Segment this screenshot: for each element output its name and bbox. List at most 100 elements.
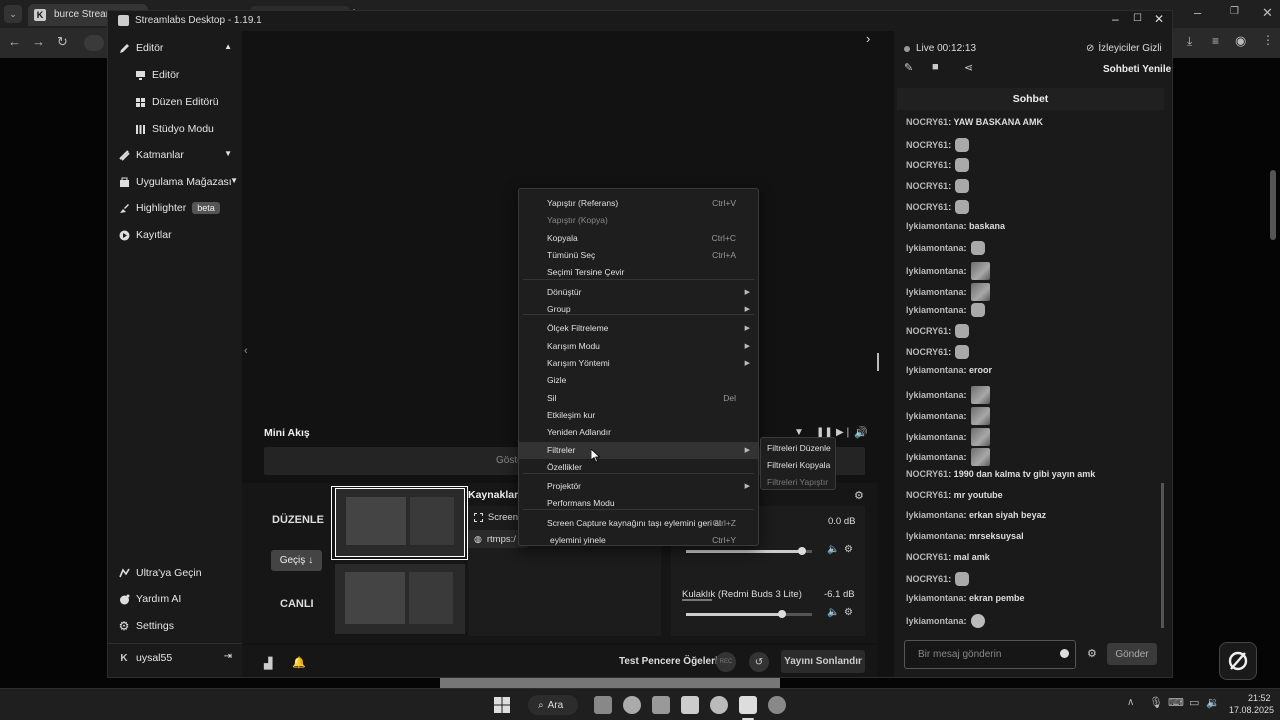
context-menu-item[interactable]: Sil Del (519, 390, 758, 407)
mute-icon[interactable]: 🔈 (827, 544, 839, 555)
taskbar-search[interactable]: ⌕ Ara (528, 695, 578, 715)
chat-username[interactable]: lykiamontana (906, 432, 964, 442)
context-menu-item[interactable]: Yeniden Adlandır (519, 424, 758, 441)
chat-username[interactable]: lykiamontana (906, 411, 964, 421)
chat-username[interactable]: NOCRY61 (906, 202, 948, 212)
chat-username[interactable]: lykiamontana (906, 510, 964, 520)
mixer-slider-2[interactable] (686, 610, 812, 618)
context-menu-item[interactable]: Tümünü Seç Ctrl+A (519, 247, 758, 264)
refresh-chat-button[interactable]: Sohbeti Yenile (1103, 64, 1171, 75)
sidebar-item-studio-mode[interactable]: Stüdyo Modu (108, 118, 242, 140)
emote-icon[interactable] (955, 137, 970, 152)
profile-icon[interactable]: ◉ (1235, 33, 1246, 49)
context-menu-item[interactable]: Dönüştür ▶ (519, 284, 758, 301)
chat-username[interactable]: NOCRY61 (906, 347, 948, 357)
chat-username[interactable]: NOCRY61 (906, 181, 948, 191)
record-button[interactable]: REC (716, 652, 736, 672)
submenu-item[interactable]: Filtreleri Düzenle (767, 443, 831, 453)
network-icon[interactable]: ▭ (1189, 696, 1199, 709)
sidebar-item-highlighter[interactable]: Highlighter beta (108, 197, 242, 219)
emote-icon[interactable] (970, 282, 990, 301)
canvas-resize-handle[interactable] (877, 353, 879, 371)
reading-list-icon[interactable]: ≡ (1212, 34, 1219, 48)
submenu-item[interactable]: Filtreleri Kopyala (767, 460, 830, 470)
skip-icon[interactable]: ▶❘ (836, 427, 852, 438)
sidebar-item-ultra[interactable]: Ultra'ya Geçin (108, 562, 242, 584)
mute-icon[interactable]: 🔈 (827, 607, 839, 618)
tray-overflow-icon[interactable]: ∧ (1127, 697, 1134, 708)
emote-icon[interactable] (970, 613, 985, 628)
collapse-left-icon[interactable]: ‹ (244, 345, 248, 357)
context-menu-item[interactable]: Yapıştır (Referans) Ctrl+V (519, 195, 758, 212)
context-menu-item[interactable]: Etkileşim kur (519, 407, 758, 424)
steam-icon[interactable] (768, 696, 786, 714)
context-menu-item[interactable]: Ölçek Filtreleme ▶ (519, 320, 758, 337)
context-menu-item[interactable]: eylemini yinele Ctrl+Y (519, 532, 758, 549)
emote-icon[interactable] (970, 303, 985, 318)
notes-app-icon[interactable] (681, 696, 699, 714)
keyboard-icon[interactable]: ⌨ (1168, 696, 1184, 709)
chat-username[interactable]: NOCRY61 (906, 140, 948, 150)
camera-icon[interactable]: ■ (932, 61, 939, 73)
sidebar-item-layout-editor[interactable]: Düzen Editörü (108, 91, 242, 113)
context-menu-item[interactable]: Projektör ▶ (519, 478, 758, 495)
volume-icon[interactable]: 🔊 (854, 426, 868, 439)
sidebar-item-editor[interactable]: Editör (108, 64, 242, 86)
collapse-right-icon[interactable]: › (866, 31, 870, 46)
chat-username[interactable]: lykiamontana (906, 305, 964, 315)
tab-list-button[interactable]: ⌄ (4, 5, 22, 23)
chat-username[interactable]: NOCRY61 (906, 326, 948, 336)
sidebar-user[interactable]: K uysal55 ⇥ (108, 647, 242, 669)
chat-username[interactable]: lykiamontana (906, 593, 964, 603)
maximize-app-icon[interactable]: ☐ (1133, 13, 1142, 24)
clock-date[interactable]: 17.08.2025 (1229, 705, 1274, 715)
chat-username[interactable]: lykiamontana (906, 616, 964, 626)
chat-username[interactable]: NOCRY61 (906, 117, 948, 127)
chat-scrollbar[interactable] (1161, 483, 1164, 628)
forward-icon[interactable]: → (32, 34, 45, 49)
transition-button[interactable]: Geçiş ↓ (271, 550, 322, 571)
back-icon[interactable]: ← (8, 34, 21, 49)
windows-start-icon[interactable] (494, 697, 510, 713)
floating-logo-button[interactable] (1219, 642, 1257, 680)
task-view-icon[interactable] (594, 696, 612, 714)
notification-bell-icon[interactable]: 🔔 (292, 656, 306, 669)
close-browser-icon[interactable]: ✕ (1262, 5, 1273, 21)
emoji-icon[interactable] (1060, 649, 1069, 658)
site-settings-icon[interactable] (84, 35, 104, 51)
chat-username[interactable]: NOCRY61 (906, 490, 948, 500)
stats-icon[interactable]: ▟ (264, 657, 272, 670)
sidebar-item-editor-group[interactable]: Editör ▲ (108, 37, 242, 59)
emote-icon[interactable] (970, 241, 985, 256)
chat-username[interactable]: NOCRY61 (906, 469, 948, 479)
emote-icon[interactable] (970, 406, 990, 425)
emote-icon[interactable] (955, 572, 970, 587)
chat-settings-icon[interactable]: ⚙ (1087, 647, 1097, 660)
source-item-screen[interactable]: Screen (468, 508, 518, 526)
viewers-hidden-toggle[interactable]: ⊘ İzleyiciler Gizli (1086, 43, 1162, 54)
edge-icon[interactable] (623, 696, 641, 714)
sidebar-item-layers[interactable]: Katmanlar ▼ (108, 144, 242, 166)
emote-icon[interactable] (955, 199, 970, 214)
chat-username[interactable]: lykiamontana (906, 365, 964, 375)
emote-icon[interactable] (955, 324, 970, 338)
submenu-item[interactable]: Filtreleri Yapıştır (767, 477, 828, 487)
reload-icon[interactable]: ↻ (57, 34, 68, 50)
page-scrollbar[interactable] (1270, 170, 1276, 240)
clock-time[interactable]: 21:52 (1248, 693, 1271, 703)
emote-icon[interactable] (955, 158, 970, 173)
mixer-settings-icon[interactable]: ⚙ (854, 489, 864, 502)
chat-username[interactable]: NOCRY61 (906, 552, 948, 562)
close-app-icon[interactable]: ✕ (1154, 12, 1164, 26)
chat-username[interactable]: lykiamontana (906, 390, 964, 400)
mixer-gear-icon[interactable]: ⚙ (844, 544, 853, 555)
sidebar-item-recordings[interactable]: Kayıtlar (108, 224, 242, 246)
minimize-browser-icon[interactable]: – (1194, 5, 1201, 20)
download-icon[interactable]: ⤓ (1187, 34, 1192, 49)
chat-username[interactable]: lykiamontana (906, 243, 964, 253)
streamlabs-taskbar-icon[interactable] (739, 696, 757, 714)
mixer-slider-1[interactable] (686, 547, 812, 555)
obs-app-icon[interactable] (710, 696, 728, 714)
test-widgets-label[interactable]: Test Pencere Öğeleri (619, 656, 718, 667)
minimize-app-icon[interactable]: – (1112, 12, 1119, 26)
